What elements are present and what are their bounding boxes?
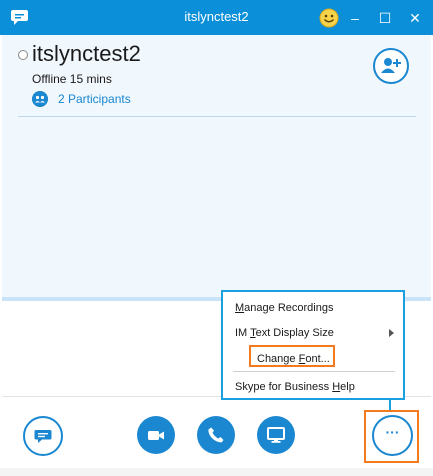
phone-icon bbox=[208, 427, 224, 443]
participants-icon bbox=[32, 91, 48, 107]
menu-item-skype-help[interactable]: Skype for Business Help bbox=[235, 377, 355, 397]
participants-label: 2 Participants bbox=[58, 92, 131, 106]
menu-separator bbox=[233, 371, 395, 372]
menu-item-manage-recordings[interactable]: Manage Recordings bbox=[235, 298, 333, 318]
add-person-icon bbox=[381, 58, 401, 73]
presence-status-icon bbox=[18, 50, 28, 60]
menu-pointer bbox=[389, 399, 391, 410]
close-button[interactable]: ✕ bbox=[405, 8, 425, 28]
menu-item-im-text-display-size[interactable]: IM Text Display Size bbox=[235, 323, 334, 343]
submenu-arrow-icon bbox=[389, 329, 394, 337]
title-bar: itslynctest2 – ☐ ✕ bbox=[0, 0, 433, 35]
header-divider bbox=[18, 116, 416, 117]
more-options-button[interactable]: ··· bbox=[372, 415, 413, 456]
present-screen-icon bbox=[267, 427, 285, 443]
video-button[interactable] bbox=[137, 416, 175, 454]
presence-status-text: Offline 15 mins bbox=[32, 72, 112, 86]
participants-link[interactable]: 2 Participants bbox=[32, 89, 131, 109]
change-font-highlight bbox=[249, 345, 335, 367]
smiley-icon[interactable] bbox=[319, 8, 339, 28]
video-icon bbox=[148, 431, 164, 440]
maximize-button[interactable]: ☐ bbox=[375, 8, 395, 28]
im-button[interactable] bbox=[23, 416, 63, 456]
conversation-name: itslynctest2 bbox=[32, 41, 141, 66]
more-options-icon: ··· bbox=[385, 424, 400, 440]
window-title: itslynctest2 bbox=[184, 9, 249, 24]
add-person-button[interactable] bbox=[373, 48, 409, 84]
present-button[interactable] bbox=[257, 416, 295, 454]
minimize-button[interactable]: – bbox=[345, 8, 365, 28]
im-icon bbox=[34, 430, 52, 443]
status-strip bbox=[0, 468, 433, 476]
call-button[interactable] bbox=[197, 416, 235, 454]
